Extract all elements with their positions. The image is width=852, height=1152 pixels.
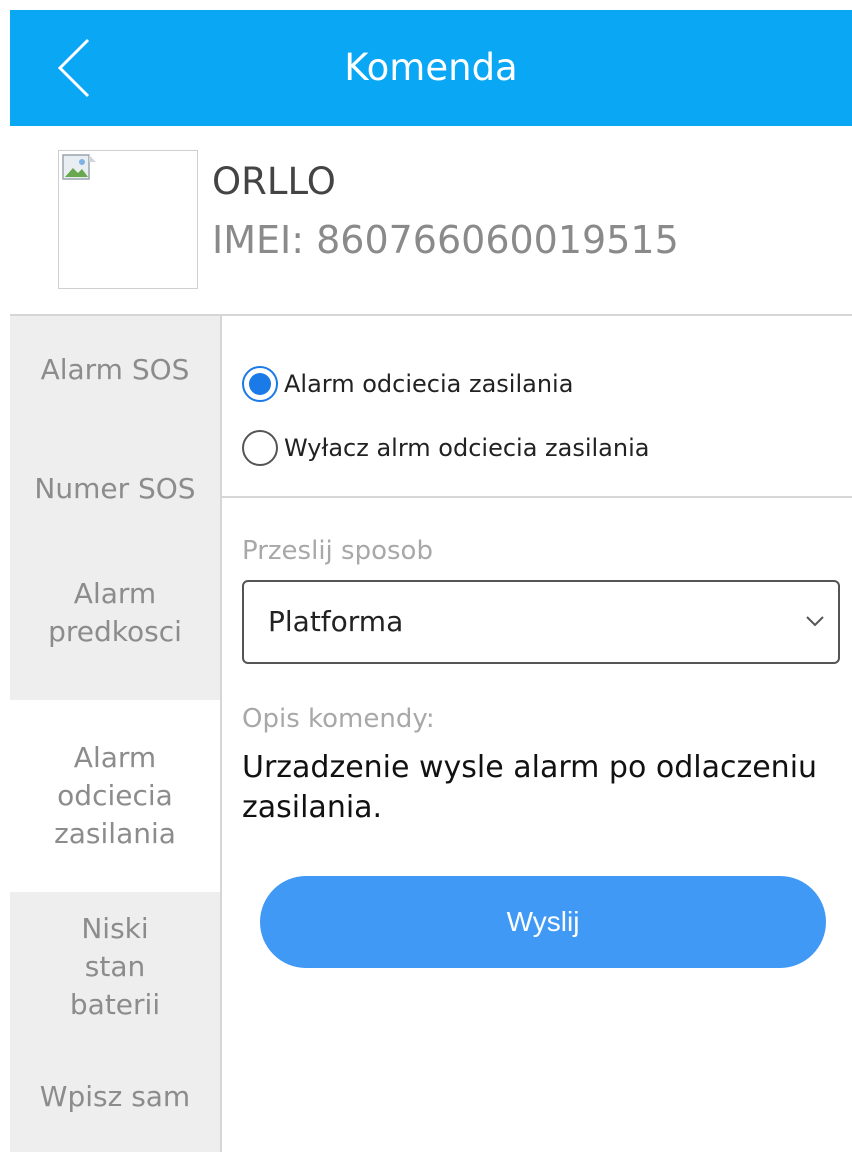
sidebar-item-label: Alarm predkosci [48,577,182,648]
sidebar-item-label: Niski stan baterii [69,912,161,1021]
header-bar: Komenda [10,10,852,126]
option-alarm-off[interactable]: Wyłacz alrm odciecia zasilania [242,430,649,466]
send-button[interactable]: Wyslij [260,876,826,968]
send-method-value: Platforma [268,605,404,638]
option-label: Wyłacz alrm odciecia zasilania [284,434,650,462]
description-label: Opis komendy: [242,704,435,734]
sidebar-item-niski-stan-baterii[interactable]: Niski stan baterii [10,892,220,1042]
app-screen: Komenda ORLLO IMEI: 860766060019515 Alar… [10,10,852,1152]
sidebar-item-numer-sos[interactable]: Numer SOS [10,424,220,526]
broken-image-icon [62,154,96,180]
sidebar-item-alarm-predkosci[interactable]: Alarm predkosci [10,526,220,700]
sidebar-item-wpisz-sam[interactable]: Wpisz sam [10,1042,220,1152]
option-label: Alarm odciecia zasilania [284,370,574,398]
divider [222,496,852,498]
sidebar-item-label: Alarm SOS [40,353,190,386]
option-alarm-on[interactable]: Alarm odciecia zasilania [242,366,573,402]
radio-checked-icon[interactable] [242,366,278,402]
sidebar-item-label: Wpisz sam [39,1080,191,1113]
command-sidebar: Alarm SOS Numer SOS Alarm predkosci Alar… [10,316,220,1152]
page-title: Komenda [344,46,518,89]
sidebar-item-label: Numer SOS [34,472,196,505]
sidebar-item-alarm-sos[interactable]: Alarm SOS [10,316,220,424]
device-imei: IMEI: 860766060019515 [212,218,679,262]
chevron-down-icon [806,616,824,627]
device-thumbnail [58,150,198,289]
send-method-select[interactable]: Platforma [242,580,840,664]
command-content: Alarm odciecia zasilania Wyłacz alrm odc… [222,316,852,1152]
send-method-label: Przeslij sposob [242,536,433,566]
device-name: ORLLO [212,160,336,203]
sidebar-item-alarm-odciecia-zasilania[interactable]: Alarm odciecia zasilania [10,700,220,892]
sidebar-item-label: Alarm odciecia zasilania [54,741,176,850]
radio-unchecked-icon[interactable] [242,430,278,466]
description-text: Urzadzenie wysle alarm po odlaczeniu zas… [242,750,818,825]
